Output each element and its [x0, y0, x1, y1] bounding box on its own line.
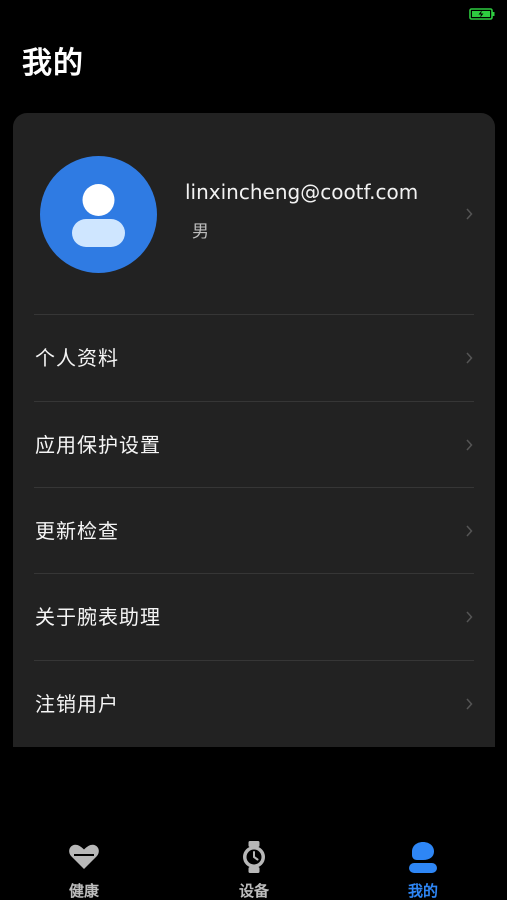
tab-health[interactable]: 健康 [24, 830, 144, 900]
menu-item-profile[interactable]: 个人资料 [13, 315, 495, 401]
menu-item-logout[interactable]: 注销用户 [13, 661, 495, 747]
bottom-tab-bar: 健康 设备 我的 [0, 830, 507, 900]
tab-label: 我的 [407, 882, 438, 900]
menu-item-label: 关于腕表助理 [35, 605, 161, 629]
status-bar [0, 0, 507, 28]
battery-charging-icon [469, 8, 495, 20]
chevron-right-icon [466, 208, 473, 220]
tab-label: 健康 [68, 882, 99, 900]
tab-device[interactable]: 设备 [194, 830, 314, 900]
avatar[interactable] [40, 156, 157, 273]
menu-item-app-protection[interactable]: 应用保护设置 [13, 402, 495, 488]
chevron-right-icon [466, 525, 473, 537]
chevron-right-icon [466, 352, 473, 364]
settings-card: linxincheng@cootf.com 男 个人资料 应用保护设置 更新检查 [13, 113, 495, 747]
person-icon [409, 842, 437, 873]
chevron-right-icon [466, 611, 473, 623]
page-title: 我的 [22, 46, 84, 81]
user-email: linxincheng@cootf.com [185, 180, 419, 204]
tab-me[interactable]: 我的 [363, 830, 483, 900]
menu-item-label: 更新检查 [35, 519, 119, 543]
profile-screen: 我的 linxincheng@cootf.com 男 个人资料 应用保护设置 更… [0, 0, 507, 900]
menu-item-update-check[interactable]: 更新检查 [13, 488, 495, 574]
menu-item-about[interactable]: 关于腕表助理 [13, 574, 495, 660]
chevron-right-icon [466, 698, 473, 710]
menu-item-label: 个人资料 [35, 346, 119, 370]
tab-label: 设备 [238, 882, 269, 900]
menu-item-label: 注销用户 [35, 692, 119, 716]
user-gender: 男 [192, 222, 209, 242]
profile-row[interactable]: linxincheng@cootf.com 男 [13, 113, 495, 314]
chevron-right-icon [466, 439, 473, 451]
watch-icon [243, 841, 265, 873]
heart-icon [69, 844, 99, 869]
menu-item-label: 应用保护设置 [35, 433, 161, 457]
user-silhouette-icon [72, 184, 125, 247]
